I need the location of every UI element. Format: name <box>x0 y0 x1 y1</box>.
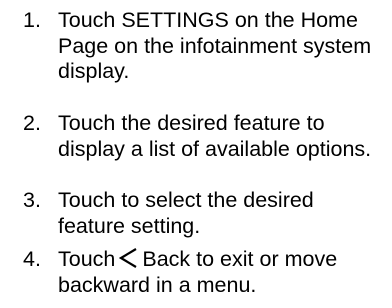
step-text: Touch to select the desired feature sett… <box>58 188 314 238</box>
step-text: Touch SETTINGS on the Home Page on the i… <box>58 8 372 83</box>
step-text-before: Touch <box>58 247 116 271</box>
back-chevron-icon <box>119 247 138 269</box>
step-number: 1. <box>23 8 41 32</box>
step-text: Touch the desired feature to display a l… <box>58 111 372 161</box>
step-number: 4. <box>23 247 41 271</box>
step-number: 3. <box>23 188 41 212</box>
step-number: 2. <box>23 111 41 135</box>
step-text: Touch Back to exit or move backward in a … <box>58 247 378 298</box>
